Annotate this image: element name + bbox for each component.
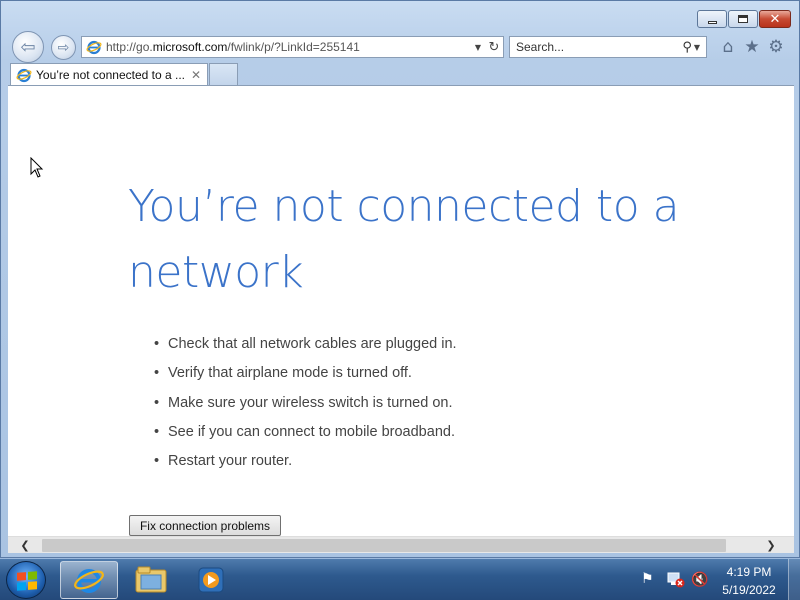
forward-button[interactable]: ⇨ — [51, 35, 76, 60]
tab-ie-icon — [16, 67, 32, 83]
back-arrow-icon: ⇦ — [20, 36, 36, 58]
clock-time: 4:19 PM — [726, 565, 772, 579]
show-desktop-button[interactable] — [788, 559, 800, 600]
search-input[interactable] — [516, 40, 683, 54]
taskbar-internet-explorer[interactable] — [60, 561, 118, 599]
tip-text: Check that all network cables are plugge… — [168, 336, 457, 352]
page-title: You’re not connected to a network — [128, 181, 680, 298]
tab-title: You’re not connected to a ... — [36, 68, 185, 82]
horizontal-scrollbar[interactable]: ❮ ❯ — [8, 536, 794, 553]
start-button[interactable] — [6, 561, 46, 599]
tab-close-icon[interactable]: ✕ — [188, 68, 204, 82]
search-icon[interactable]: ⚲ — [682, 40, 692, 55]
list-item: • Verify that airplane mode is turned off… — [154, 363, 457, 392]
list-item: • See if you can connect to mobile broadb… — [154, 422, 457, 451]
bullet: • — [154, 365, 160, 382]
minimize-icon — [707, 20, 717, 24]
caption-buttons: ✕ — [696, 10, 791, 28]
url-prefix: http://go. — [106, 40, 153, 54]
mouse-cursor-icon — [30, 157, 44, 178]
scroll-right-icon[interactable]: ❯ — [760, 537, 782, 554]
tab-active[interactable]: You’re not connected to a ... ✕ — [10, 63, 208, 86]
bullet: • — [154, 336, 160, 352]
search-dropdown-icon[interactable]: ▼ — [694, 43, 700, 52]
close-icon: ✕ — [769, 11, 781, 27]
list-item: • Check that all network cables are plugg… — [154, 334, 457, 363]
forward-arrow-icon: ⇨ — [57, 39, 70, 56]
tip-text: Restart your router. — [168, 453, 293, 470]
address-dropdown-icon[interactable]: ▼ — [471, 43, 485, 52]
windows-logo-icon — [17, 571, 37, 591]
maximize-icon — [738, 15, 748, 23]
refresh-icon[interactable]: ↻ — [485, 40, 503, 55]
close-button[interactable]: ✕ — [759, 10, 791, 28]
network-disconnected-icon[interactable] — [667, 572, 685, 591]
bullet: • — [154, 394, 160, 411]
clock-date: 5/19/2022 — [722, 583, 776, 597]
taskbar-media-player[interactable] — [182, 561, 240, 599]
taskbar-clock[interactable]: 4:19 PM 5/19/2022 — [716, 563, 782, 599]
search-box[interactable]: ⚲ ▼ — [509, 36, 707, 58]
windows-explorer-icon — [135, 566, 167, 593]
bullet: • — [154, 423, 160, 440]
volume-muted-icon[interactable]: 🔇 — [691, 572, 708, 588]
tips-list: • Check that all network cables are plugg… — [154, 334, 457, 480]
scroll-left-icon[interactable]: ❮ — [14, 537, 36, 554]
back-button[interactable]: ⇦ — [12, 31, 44, 63]
address-bar[interactable]: http://go.microsoft.com/fwlink/p/?LinkId… — [81, 36, 504, 58]
address-url[interactable]: http://go.microsoft.com/fwlink/p/?LinkId… — [106, 40, 471, 54]
list-item: • Make sure your wireless switch is turne… — [154, 393, 457, 422]
tip-text: Make sure your wireless switch is turned… — [168, 394, 453, 411]
minimize-button[interactable] — [697, 10, 727, 28]
new-tab-button[interactable] — [209, 63, 238, 85]
url-domain: microsoft.com — [152, 40, 228, 54]
url-suffix: /fwlink/p/?LinkId=255141 — [227, 40, 360, 54]
favorites-star-icon[interactable]: ★ — [742, 37, 762, 57]
page-content: You’re not connected to a network • Check… — [8, 85, 794, 537]
home-icon[interactable]: ⌂ — [718, 37, 738, 57]
browser-window: ✕ ⇦ ⇨ http://go.microsoft.com/fwlink/p/?… — [0, 0, 800, 558]
fix-connection-button[interactable]: Fix connection problems — [129, 515, 281, 536]
action-center-flag-icon[interactable]: ⚑ — [641, 571, 654, 587]
ie-page-icon — [86, 39, 102, 55]
maximize-button[interactable] — [728, 10, 758, 28]
media-player-icon — [198, 567, 224, 593]
list-item: • Restart your router. — [154, 451, 457, 480]
internet-explorer-icon — [74, 569, 104, 593]
taskbar-windows-explorer[interactable] — [122, 561, 180, 599]
tip-text: See if you can connect to mobile broadba… — [168, 423, 455, 440]
bullet: • — [154, 453, 160, 470]
scroll-thumb[interactable] — [42, 539, 726, 552]
gear-icon[interactable]: ⚙ — [766, 37, 786, 57]
tip-text: Verify that airplane mode is turned off. — [168, 365, 412, 382]
